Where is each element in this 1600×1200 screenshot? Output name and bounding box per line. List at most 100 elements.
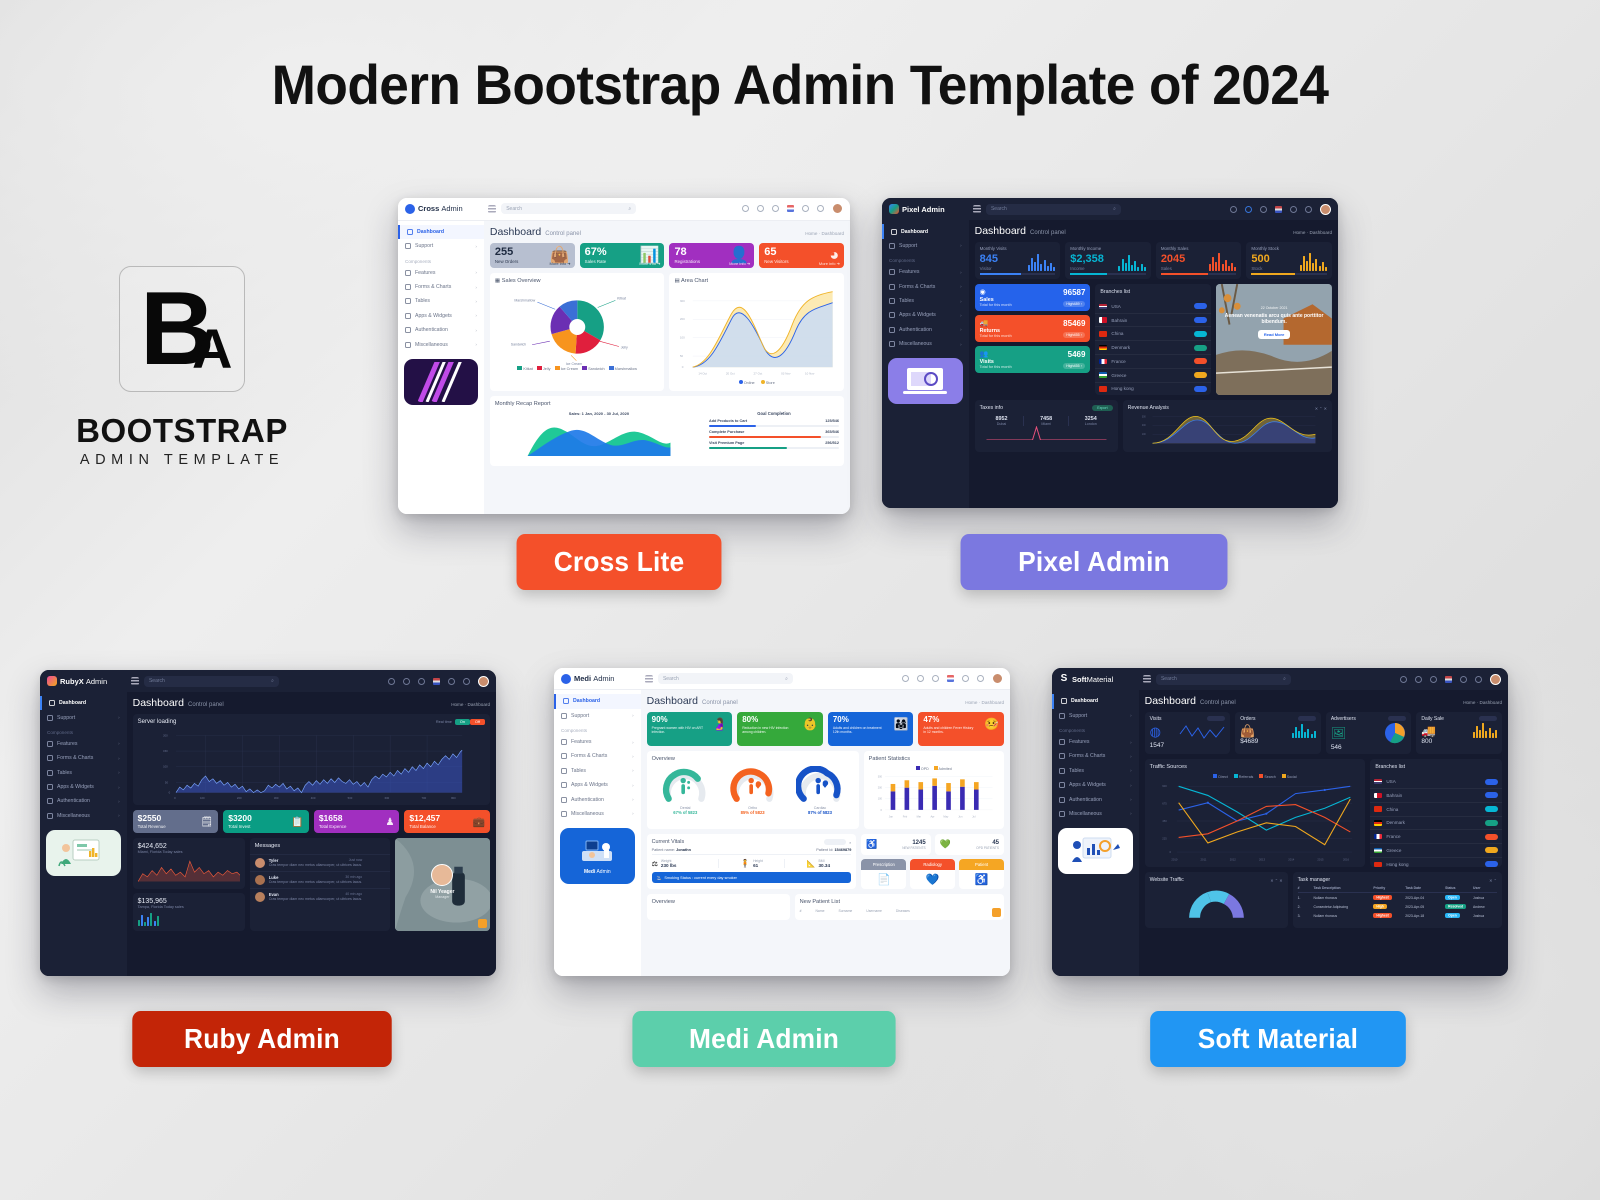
chat-icon[interactable] (418, 677, 425, 685)
grid-icon[interactable] (1305, 205, 1312, 213)
action-radiology[interactable]: Radiology 💙 (910, 859, 956, 890)
sidebar-item-apps-widgets[interactable]: Apps & Widgets › (1052, 778, 1139, 792)
menu-toggle-icon[interactable] (130, 677, 139, 686)
sidebar-item-features[interactable]: Features › (554, 735, 641, 749)
sidebar-item-support[interactable]: Support › (882, 239, 969, 253)
message-row[interactable]: Luke 30 min ago Cras tempor diam nec metu… (249, 870, 390, 888)
avatar[interactable] (478, 675, 489, 687)
stat-card[interactable]: 255 New Orders 👜 More info ➜ (489, 242, 575, 269)
stat-card[interactable]: 70% Adults and children on treatment 12t… (827, 712, 914, 747)
branch-row[interactable]: China (1370, 803, 1502, 817)
badge-medi-admin[interactable]: Medi Admin (632, 1011, 896, 1067)
language-flag-icon[interactable] (433, 677, 440, 685)
sidebar-item-features[interactable]: Features › (1052, 735, 1139, 749)
bell-icon[interactable] (1415, 675, 1422, 683)
language-flag-icon[interactable] (1275, 205, 1282, 213)
sidebar-item-authentication[interactable]: Authentication › (554, 792, 641, 806)
stat-card[interactable]: Monthly Income $2,358 Income (1065, 242, 1151, 279)
stat-card[interactable]: 65 New Visitors ◕ More info ➜ (759, 242, 844, 269)
branch-row[interactable]: Hong kong (1095, 383, 1211, 396)
panel-controls-icon[interactable]: ✕ ⌃ (1489, 878, 1497, 883)
sidebar-item-dashboard[interactable]: Dashboard (554, 694, 641, 709)
sidebar-item-support[interactable]: Support › (554, 709, 641, 723)
bell-icon[interactable] (1245, 205, 1252, 213)
branch-row[interactable]: France (1095, 355, 1212, 369)
language-flag-icon[interactable] (787, 205, 794, 213)
screenshot-ruby-admin[interactable]: RubyX Admin Search ⌕ Dashboard Support › C… (40, 670, 496, 976)
sidebar-item-miscellaneous[interactable]: Miscellaneous › (554, 807, 641, 821)
sidebar-item-tables[interactable]: Tables › (882, 294, 969, 308)
stat-card[interactable]: 80% Reduction in new HIV infection among… (737, 712, 823, 747)
search-input[interactable]: Search ⌕ (985, 203, 1121, 215)
sun-icon[interactable] (388, 677, 395, 685)
branch-row[interactable]: Denmark (1095, 341, 1212, 356)
screenshot-medi-admin[interactable]: Medi Admin Search ⌕ Dashboard Support › Co… (554, 668, 1010, 976)
branch-row[interactable]: Bahrain (1370, 789, 1502, 803)
profile-card[interactable]: Nil Yeager Manager (394, 837, 491, 931)
sidebar-item-miscellaneous[interactable]: Miscellaneous › (882, 337, 969, 351)
sidebar-promo-card[interactable] (46, 830, 121, 877)
action-patient[interactable]: Patient ♿ (959, 859, 1005, 890)
stat-card[interactable]: $1658 Total Expence ♟ (313, 810, 400, 833)
menu-icon[interactable] (1479, 716, 1497, 722)
menu-toggle-icon[interactable] (972, 205, 981, 214)
branch-row[interactable]: USA (1370, 775, 1502, 789)
action-prescription[interactable]: Prescription 📄 (861, 859, 907, 890)
badge-cross-lite[interactable]: Cross Lite (516, 534, 722, 590)
badge-soft-material[interactable]: Soft Material (1150, 1011, 1406, 1067)
sidebar-item-miscellaneous[interactable]: Miscellaneous › (398, 337, 484, 351)
fullscreen-icon[interactable] (448, 677, 455, 685)
stat-card[interactable]: $12,457 Total Balance 💼 (404, 810, 490, 833)
stat-card[interactable]: Monthly Visits 845 Visitor (974, 242, 1061, 279)
branch-row[interactable]: Denmark (1370, 817, 1502, 831)
profile-action-icon[interactable] (478, 918, 488, 928)
sidebar-item-support[interactable]: Support › (1052, 709, 1139, 723)
avatar[interactable] (1490, 673, 1501, 685)
tile-returns[interactable]: 🚚 85469 Returns Total for this month Hig… (974, 314, 1091, 342)
sidebar-item-apps-widgets[interactable]: Apps & Widgets › (554, 778, 641, 792)
stat-card-advertisers[interactable]: Advertisers 🖼 546 (1325, 712, 1412, 755)
stat-card[interactable]: 78 Registrations 👤 More info ➜ (669, 242, 755, 269)
branch-row[interactable]: Greece (1095, 369, 1212, 383)
search-input[interactable]: Search ⌕ (501, 203, 637, 215)
sidebar-promo-card[interactable]: Medi Admin (560, 828, 635, 885)
sidebar-item-forms-charts[interactable]: Forms & Charts › (398, 280, 484, 294)
sidebar-item-apps-widgets[interactable]: Apps & Widgets › (882, 308, 969, 322)
avatar[interactable] (832, 203, 843, 215)
moon-icon[interactable] (902, 675, 909, 683)
sidebar-item-miscellaneous[interactable]: Miscellaneous › (40, 809, 127, 823)
fullscreen-icon[interactable] (1460, 675, 1467, 683)
menu-icon[interactable] (1388, 716, 1407, 722)
bell-icon[interactable] (403, 677, 410, 685)
sidebar-item-miscellaneous[interactable]: Miscellaneous › (1052, 807, 1139, 821)
sidebar-promo-card[interactable] (1058, 828, 1133, 875)
close-icon[interactable]: ✕ ⌃ ✕ (1315, 406, 1327, 411)
sidebar-item-authentication[interactable]: Authentication › (40, 794, 127, 808)
table-row[interactable]: 1. Nullam rhoncus Highest 2023-Apr-04 Op… (1298, 893, 1497, 902)
branch-row[interactable]: China (1095, 327, 1212, 342)
sidebar-promo-card[interactable] (888, 358, 963, 405)
sidebar-item-tables[interactable]: Tables › (554, 764, 641, 778)
grid-icon[interactable] (977, 675, 984, 683)
screenshot-pixel-admin[interactable]: Pixel Admin Search ⌕ Dashboard Support › C… (882, 198, 1338, 508)
fullscreen-icon[interactable] (802, 205, 809, 213)
message-row[interactable]: Tyler Just now Cras tempor diam nec metus… (249, 853, 390, 871)
stat-card-visits[interactable]: Visits ◍ 1547 (1144, 712, 1231, 755)
language-flag-icon[interactable] (1445, 675, 1452, 683)
sun-icon[interactable] (1230, 205, 1237, 213)
menu-icon[interactable] (1297, 716, 1316, 722)
sidebar-item-tables[interactable]: Tables › (398, 294, 484, 308)
tile-sales[interactable]: ◉ 96587 Sales Total for this month High4… (974, 283, 1091, 311)
sidebar-item-features[interactable]: Features › (398, 266, 484, 280)
branch-row[interactable]: USA (1095, 300, 1212, 314)
stat-card-daily-sale[interactable]: Daily Sale 🚚 800 (1416, 712, 1502, 755)
sidebar-item-support[interactable]: Support › (398, 239, 484, 253)
avatar[interactable] (1320, 203, 1331, 215)
language-flag-icon[interactable] (947, 675, 954, 683)
branch-row[interactable]: Hong kong (1370, 858, 1502, 868)
sidebar-item-tables[interactable]: Tables › (40, 766, 127, 780)
sidebar-item-authentication[interactable]: Authentication › (398, 323, 484, 337)
grid-icon[interactable] (1475, 675, 1482, 683)
tile-visits[interactable]: 👥 5469 Visits Total for this month High4… (974, 345, 1091, 373)
stat-card[interactable]: Monthly Sales 2045 Sales (1155, 242, 1242, 279)
